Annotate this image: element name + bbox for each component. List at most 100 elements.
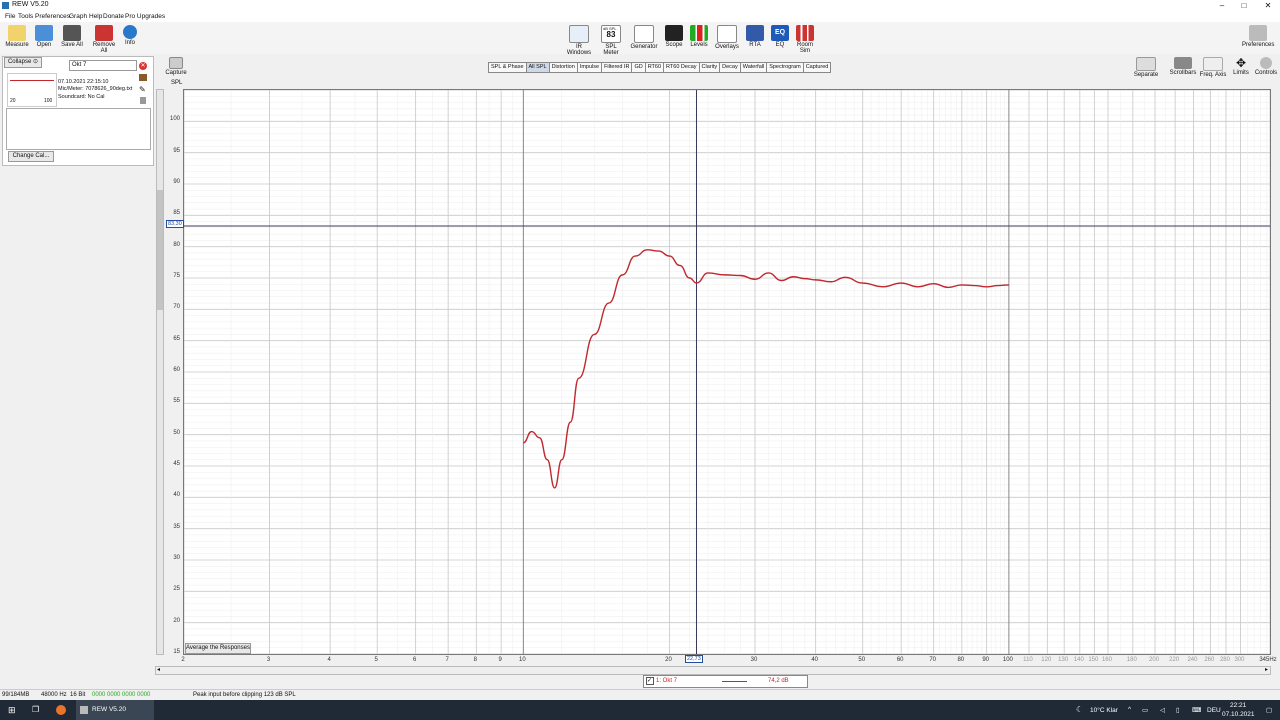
overlays-button[interactable]: Overlays: [714, 25, 740, 50]
scrollbars-icon: [1174, 57, 1192, 69]
tab-all-spl[interactable]: All SPL: [525, 62, 550, 73]
x-tick-label: 300: [1234, 657, 1245, 663]
separate-button[interactable]: Separate: [1132, 57, 1160, 78]
scroll-right-icon[interactable]: ▸: [1265, 666, 1268, 673]
y-tick-label: 95: [173, 147, 180, 154]
levels-icon: [690, 25, 708, 41]
limits-button[interactable]: ✥ Limits: [1230, 57, 1252, 76]
x-tick-label: 80: [957, 657, 965, 663]
language-indicator[interactable]: DEU: [1207, 707, 1221, 714]
controls-button[interactable]: Controls: [1254, 57, 1278, 76]
weather-text[interactable]: 10°C Klar: [1090, 707, 1118, 714]
collapse-button[interactable]: Collapse ⊙: [4, 57, 42, 68]
cursor-y-readout: 83,30: [166, 220, 184, 228]
battery-icon[interactable]: ▯: [1176, 706, 1180, 714]
windows-start-icon[interactable]: ⊞: [8, 705, 16, 716]
notes-icon[interactable]: [140, 97, 146, 104]
measurement-thumbnail[interactable]: 20 100: [7, 73, 57, 107]
rta-button[interactable]: RTA: [745, 25, 765, 48]
edit-icon[interactable]: ✎: [139, 85, 146, 94]
x-scrollbar[interactable]: ◂ ▸: [155, 666, 1271, 675]
scope-button[interactable]: Scope: [664, 25, 684, 48]
spl-meter-button[interactable]: dB SPL 83 SPL Meter: [598, 25, 624, 56]
close-icon[interactable]: ✕: [1258, 0, 1278, 11]
preferences-button[interactable]: Preferences: [1242, 25, 1274, 48]
tab-decay[interactable]: Decay: [719, 62, 741, 73]
clock-date[interactable]: 07.10.2021: [1222, 711, 1255, 718]
tab-spectrogram[interactable]: Spectrogram: [766, 62, 804, 73]
info-icon: [123, 25, 137, 39]
x-tick-label: 10: [519, 657, 526, 663]
open-label: Open: [36, 42, 52, 48]
y-tick-label: 55: [173, 398, 180, 405]
spl-meter-value: 83: [606, 30, 616, 39]
rta-label: RTA: [749, 42, 761, 48]
maximize-icon[interactable]: □: [1234, 0, 1254, 11]
levels-button[interactable]: Levels: [689, 25, 709, 48]
generator-icon: [634, 25, 654, 43]
keyboard-icon[interactable]: ⌨: [1192, 706, 1201, 714]
camera-icon: [169, 57, 183, 69]
measurement-date: 07.10.2021 22:15:10: [58, 79, 109, 85]
menu-file[interactable]: File: [5, 13, 15, 20]
menu-pro-upgrades[interactable]: Pro Upgrades: [125, 13, 165, 20]
remove-all-button[interactable]: Remove All: [89, 25, 119, 54]
menu-tools[interactable]: Tools: [18, 13, 33, 20]
room-sim-button[interactable]: Room Sim: [792, 25, 818, 54]
minimize-icon[interactable]: –: [1212, 0, 1232, 11]
window-title: REW V5.20: [12, 1, 49, 8]
controls-label: Controls: [1254, 70, 1278, 76]
measure-button[interactable]: Measure: [4, 25, 30, 48]
save-all-button[interactable]: Save All: [59, 25, 85, 48]
tab-captured[interactable]: Captured: [802, 62, 832, 73]
delete-measurement-icon[interactable]: ✕: [139, 62, 147, 70]
capture-button[interactable]: Capture: [164, 57, 188, 76]
freq-axis-button[interactable]: Freq. Axis: [1199, 57, 1227, 78]
network-icon[interactable]: ▭: [1142, 706, 1148, 714]
color-icon[interactable]: [139, 74, 147, 81]
legend-checkbox[interactable]: ✓: [646, 677, 654, 685]
open-button[interactable]: Open: [32, 25, 56, 48]
tab-filtered-ir[interactable]: Filtered IR: [601, 62, 633, 73]
x-tick-label: 2: [181, 657, 185, 663]
y-scrollbar-thumb[interactable]: [157, 190, 163, 310]
status-memory: 99/184MB: [2, 692, 30, 698]
measurement-mic: Mic/Meter: 7078626_90deg.txt: [58, 86, 133, 92]
menu-preferences[interactable]: Preferences: [35, 13, 70, 20]
plot-area[interactable]: [183, 89, 1271, 655]
generator-button[interactable]: Generator: [630, 25, 658, 50]
scope-icon: [665, 25, 683, 41]
clock-time[interactable]: 22:21: [1230, 702, 1246, 709]
info-button[interactable]: Info: [121, 25, 139, 46]
tab-gd[interactable]: GD: [631, 62, 646, 73]
notifications-icon[interactable]: ▢: [1266, 706, 1272, 714]
tab-distortion[interactable]: Distortion: [548, 62, 578, 73]
x-tick-label: 8: [473, 657, 477, 663]
taskbar-app-rew[interactable]: REW V5.20: [76, 700, 154, 720]
tab-impulse[interactable]: Impulse: [576, 62, 603, 73]
menu-donate[interactable]: Donate: [103, 13, 124, 20]
legend-value: 74,2 dB: [768, 678, 789, 684]
tab-rt60[interactable]: RT60: [644, 62, 665, 73]
tab-waterfall[interactable]: Waterfall: [739, 62, 768, 73]
x-tick-label: 9: [498, 657, 502, 663]
x-tick-label: 50: [858, 657, 866, 663]
eq-button[interactable]: EQ EQ: [770, 25, 790, 48]
spl-chart[interactable]: [183, 89, 1271, 655]
change-cal-button[interactable]: Change Cal...: [8, 151, 54, 162]
average-responses-button[interactable]: Average the Responses: [185, 643, 251, 654]
task-view-icon[interactable]: ❐: [32, 705, 39, 714]
scrollbars-button[interactable]: Scrollbars: [1169, 57, 1197, 76]
tab-spl-phase[interactable]: SPL & Phase: [488, 62, 527, 73]
tab-clarity[interactable]: Clarity: [698, 62, 721, 73]
tray-chevron-icon[interactable]: ^: [1128, 706, 1131, 713]
menu-help[interactable]: Help: [89, 13, 102, 20]
scroll-left-icon[interactable]: ◂: [157, 666, 160, 673]
measurement-name-field[interactable]: Okt 7: [69, 60, 137, 71]
menu-graph[interactable]: Graph: [69, 13, 87, 20]
volume-icon[interactable]: ◁: [1160, 706, 1165, 714]
notes-area[interactable]: [6, 108, 151, 150]
firefox-icon[interactable]: [56, 705, 66, 715]
tab-rt60-decay[interactable]: RT60 Decay: [663, 62, 700, 73]
ir-windows-button[interactable]: IR Windows: [564, 25, 594, 56]
